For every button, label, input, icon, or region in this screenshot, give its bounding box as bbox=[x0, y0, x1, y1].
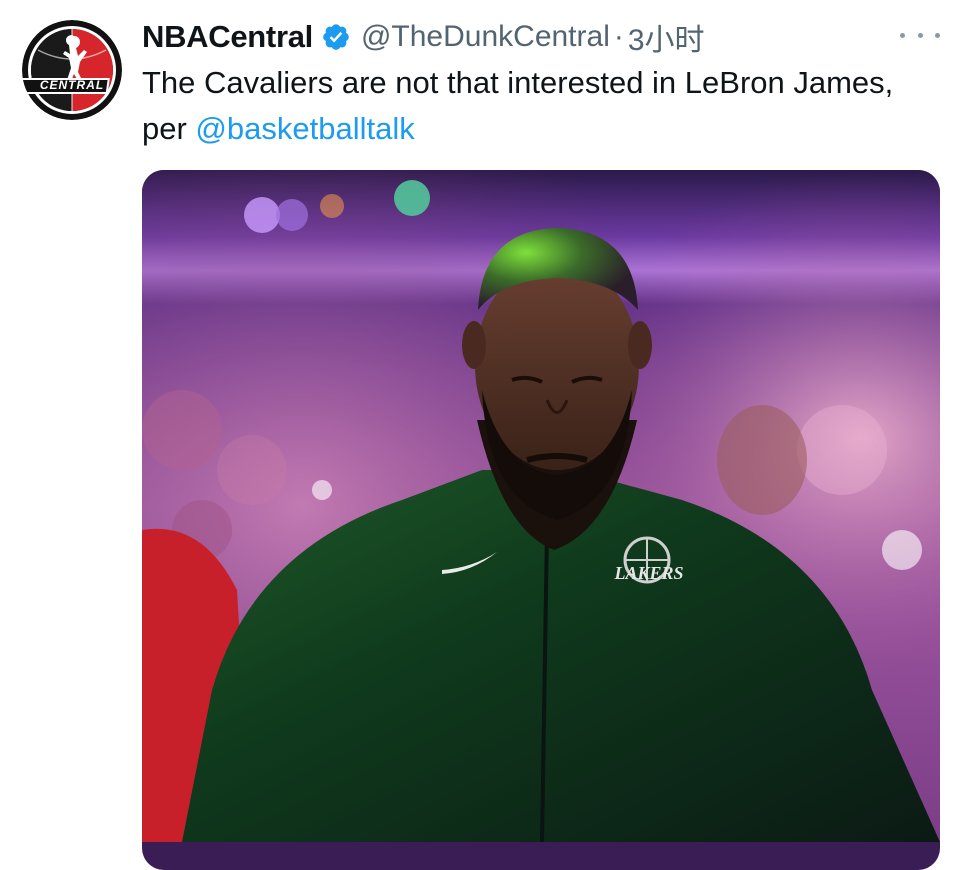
user-handle[interactable]: @TheDunkCentral bbox=[361, 20, 610, 54]
display-name[interactable]: NBACentral bbox=[142, 19, 313, 55]
avatar-label: CENTRAL bbox=[39, 78, 105, 92]
tweet-photo[interactable]: LAKERS bbox=[142, 170, 940, 870]
jersey-logo-text: LAKERS bbox=[614, 563, 684, 583]
tweet-text: The Cavaliers are not that interested in… bbox=[142, 60, 922, 152]
tweet-card[interactable]: CENTRAL NBACentral @TheDunkCentral · 3小时… bbox=[0, 0, 960, 870]
photo-image bbox=[142, 170, 940, 842]
more-options-icon[interactable] bbox=[900, 22, 940, 48]
mention-link[interactable]: @basketballtalk bbox=[195, 111, 414, 146]
verified-badge-icon bbox=[321, 22, 351, 52]
timestamp[interactable]: 3小时 bbox=[628, 15, 705, 59]
separator-dot: · bbox=[613, 20, 624, 53]
avatar[interactable]: CENTRAL bbox=[22, 20, 122, 120]
nba-central-logo-icon bbox=[22, 20, 122, 120]
tweet-header: NBACentral @TheDunkCentral · 3小时 bbox=[142, 16, 705, 58]
